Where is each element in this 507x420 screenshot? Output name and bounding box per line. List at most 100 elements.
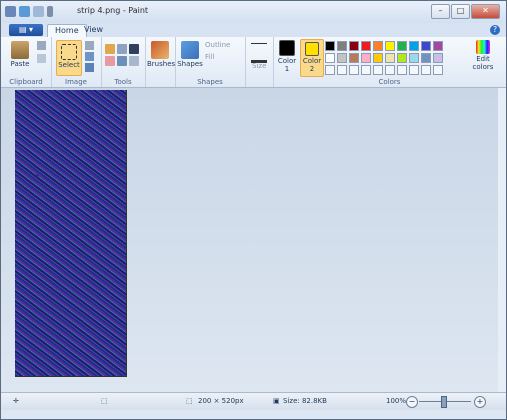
edit-colors-button[interactable]: Edit colors	[469, 40, 497, 71]
pencil-icon[interactable]	[105, 44, 115, 54]
palette-empty-swatch[interactable]	[385, 65, 395, 75]
undo-icon[interactable]	[19, 6, 30, 17]
brushes-group: Brushes	[145, 37, 176, 87]
palette-swatch[interactable]	[421, 41, 431, 51]
color2-swatch	[305, 42, 319, 56]
palette-swatch[interactable]	[433, 53, 443, 63]
palette-swatch[interactable]	[373, 53, 383, 63]
resize-icon[interactable]	[85, 52, 94, 61]
close-button[interactable]: ✕	[471, 4, 500, 19]
canvas-area[interactable]	[1, 88, 506, 392]
vertical-scrollbar[interactable]	[498, 88, 506, 392]
paint-menu-button[interactable]: ▤ ▾	[9, 24, 43, 36]
image-group: Select Image	[51, 37, 102, 87]
fill-bucket-icon[interactable]	[117, 44, 127, 54]
tools-label: Tools	[114, 78, 132, 86]
palette-swatch[interactable]	[361, 53, 371, 63]
palette-swatch[interactable]	[337, 41, 347, 51]
tools-grid	[105, 44, 139, 66]
file-size-icon: ▣	[273, 397, 280, 405]
size-group: Size	[245, 37, 274, 87]
zoom-level: 100%	[386, 397, 407, 405]
help-icon[interactable]: ?	[490, 25, 500, 35]
palette-swatch[interactable]	[397, 53, 407, 63]
color-wheel-icon	[476, 40, 490, 54]
clipboard-group: Paste Clipboard	[1, 37, 52, 87]
brush-icon	[151, 41, 169, 59]
palette-empty-swatch[interactable]	[397, 65, 407, 75]
ribbon: Paste Clipboard Select Image Tools Brush…	[1, 37, 506, 88]
palette-empty-swatch[interactable]	[361, 65, 371, 75]
zoom-slider-thumb[interactable]	[441, 396, 447, 408]
image-canvas[interactable]	[15, 90, 127, 377]
paste-icon	[11, 41, 29, 59]
zoom-out-button[interactable]: −	[406, 396, 418, 408]
palette-swatch[interactable]	[349, 53, 359, 63]
customize-qat-icon[interactable]	[47, 6, 53, 17]
cut-icon[interactable]	[37, 41, 46, 50]
title-bar: strip 4.png - Paint – □ ✕	[1, 1, 506, 24]
palette-swatch[interactable]	[337, 53, 347, 63]
rotate-icon[interactable]	[85, 63, 94, 72]
clipboard-label: Clipboard	[9, 78, 43, 86]
crop-icon[interactable]	[85, 41, 94, 50]
paint-window: strip 4.png - Paint – □ ✕ ▤ ▾ Home View …	[0, 0, 507, 420]
image-dimensions-icon: ⬚	[186, 397, 193, 405]
select-button[interactable]: Select	[56, 40, 82, 76]
palette-empty-swatch[interactable]	[373, 65, 383, 75]
select-icon	[61, 44, 77, 60]
palette-swatch[interactable]	[397, 41, 407, 51]
color-picker-icon[interactable]	[117, 56, 127, 66]
palette-empty-swatch[interactable]	[409, 65, 419, 75]
text-icon[interactable]	[129, 44, 139, 54]
tab-view[interactable]: View	[77, 24, 110, 37]
zoom-in-button[interactable]: +	[474, 396, 486, 408]
image-dimensions: 200 × 520px	[198, 397, 244, 405]
window-title: strip 4.png - Paint	[77, 6, 149, 15]
status-bar: ✛ ⬚ ⬚ 200 × 520px ▣ Size: 82.8KB 100% − …	[1, 392, 506, 410]
paste-button[interactable]: Paste	[9, 41, 31, 68]
palette-swatch[interactable]	[421, 53, 431, 63]
colors-label: Colors	[378, 78, 401, 86]
color1-swatch	[279, 40, 295, 56]
palette-swatch[interactable]	[361, 41, 371, 51]
palette-swatch[interactable]	[385, 53, 395, 63]
color-palette	[325, 41, 443, 75]
size-lines-icon[interactable]	[251, 43, 267, 63]
shapes-button[interactable]: Shapes	[177, 41, 203, 68]
palette-empty-swatch[interactable]	[421, 65, 431, 75]
palette-swatch[interactable]	[409, 53, 419, 63]
palette-swatch[interactable]	[373, 41, 383, 51]
copy-icon[interactable]	[37, 54, 46, 63]
redo-icon[interactable]	[33, 6, 44, 17]
palette-swatch[interactable]	[385, 41, 395, 51]
selection-size-icon: ⬚	[101, 397, 108, 405]
minimize-button[interactable]: –	[431, 4, 450, 19]
shapes-icon	[181, 41, 199, 59]
palette-swatch[interactable]	[433, 41, 443, 51]
palette-empty-swatch[interactable]	[337, 65, 347, 75]
palette-empty-swatch[interactable]	[349, 65, 359, 75]
color1-button[interactable]: Color 1	[277, 40, 297, 73]
save-icon[interactable]	[5, 6, 16, 17]
brushes-button[interactable]: Brushes	[147, 41, 175, 68]
palette-swatch[interactable]	[325, 41, 335, 51]
fill-button[interactable]: Fill	[205, 53, 214, 61]
ribbon-tabs: ▤ ▾ Home View ?	[1, 23, 506, 38]
size-button[interactable]: Size	[252, 62, 266, 70]
window-controls: – □ ✕	[431, 4, 500, 19]
palette-empty-swatch[interactable]	[325, 65, 335, 75]
eraser-icon[interactable]	[105, 56, 115, 66]
color2-button[interactable]: Color 2	[300, 39, 324, 77]
maximize-button[interactable]: □	[451, 4, 470, 19]
magnifier-icon[interactable]	[129, 56, 139, 66]
palette-swatch[interactable]	[349, 41, 359, 51]
tools-group: Tools	[101, 37, 146, 87]
file-size: Size: 82.8KB	[283, 397, 327, 405]
palette-swatch[interactable]	[409, 41, 419, 51]
palette-swatch[interactable]	[325, 53, 335, 63]
outline-button[interactable]: Outline	[205, 41, 230, 49]
shapes-group: Shapes Outline Fill Shapes	[175, 37, 246, 87]
quick-access-toolbar	[5, 6, 53, 17]
palette-empty-swatch[interactable]	[433, 65, 443, 75]
